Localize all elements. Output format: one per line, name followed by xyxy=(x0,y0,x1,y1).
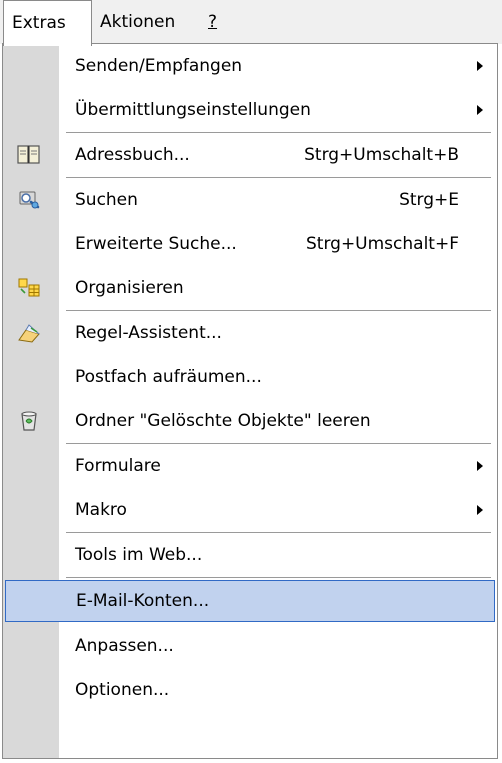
menu-item-organisieren[interactable]: Organisieren xyxy=(3,266,497,310)
menu-extras[interactable]: Extras xyxy=(3,0,92,46)
menu-item-adressbuch[interactable]: Adressbuch... Strg+Umschalt+B xyxy=(3,133,497,177)
menu-item-label: Anpassen... xyxy=(75,636,174,656)
submenu-arrow-icon xyxy=(477,61,483,71)
organize-icon xyxy=(18,278,40,297)
menu-item-senden-empfangen[interactable]: Senden/Empfangen xyxy=(3,44,497,88)
menu-item-label: Senden/Empfangen xyxy=(75,56,243,76)
menu-item-label: Optionen... xyxy=(75,680,170,700)
menu-separator xyxy=(66,577,491,578)
submenu-arrow-icon xyxy=(477,105,483,115)
rules-wizard-icon xyxy=(18,324,40,343)
menu-item-label: Suchen xyxy=(75,190,138,210)
menu-item-shortcut: Strg+Umschalt+F xyxy=(306,234,459,254)
menu-item-regel-assistent[interactable]: Regel-Assistent... xyxy=(3,311,497,355)
menu-item-label: E-Mail-Konten... xyxy=(76,591,210,611)
menu-item-shortcut: Strg+E xyxy=(399,190,459,210)
menu-item-label: Regel-Assistent... xyxy=(75,323,222,343)
submenu-arrow-icon xyxy=(477,461,483,471)
menu-item-shortcut: Strg+Umschalt+B xyxy=(304,145,459,165)
menu-item-label: Postfach aufräumen... xyxy=(75,367,262,387)
menu-item-postfach-aufraeumen[interactable]: Postfach aufräumen... xyxy=(3,355,497,399)
search-icon xyxy=(19,191,40,209)
menu-item-label: Formulare xyxy=(75,456,161,476)
menu-bar: Extras Aktionen ? xyxy=(0,0,502,46)
address-book-icon xyxy=(17,145,40,164)
menu-item-label: Erweiterte Suche... xyxy=(75,234,237,254)
menu-item-makro[interactable]: Makro xyxy=(3,488,497,532)
menu-item-uebermittlungseinstellungen[interactable]: Übermittlungseinstellungen xyxy=(3,88,497,132)
menu-item-suchen[interactable]: Suchen Strg+E xyxy=(3,178,497,222)
submenu-arrow-icon xyxy=(477,505,483,515)
menu-item-tools-im-web[interactable]: Tools im Web... xyxy=(3,533,497,577)
menu-item-geloeschte-objekte-leeren[interactable]: Ordner "Gelöschte Objekte" leeren xyxy=(3,399,497,443)
menu-item-label: Makro xyxy=(75,500,127,520)
menu-item-email-konten[interactable]: E-Mail-Konten... xyxy=(5,580,495,622)
menu-help-label: ? xyxy=(208,12,218,32)
menu-item-label: Organisieren xyxy=(75,278,184,298)
empty-trash-icon xyxy=(21,411,37,431)
menu-help[interactable]: ? xyxy=(196,0,226,44)
extras-dropdown-menu: Senden/Empfangen Übermittlungseinstellun… xyxy=(2,43,498,759)
menu-item-anpassen[interactable]: Anpassen... xyxy=(3,624,497,668)
menu-aktionen-label: Aktionen xyxy=(100,12,176,32)
menu-item-label: Adressbuch... xyxy=(75,145,190,165)
menu-aktionen[interactable]: Aktionen xyxy=(94,0,186,44)
menu-item-label: Tools im Web... xyxy=(75,545,203,565)
menu-item-label: Ordner "Gelöschte Objekte" leeren xyxy=(75,411,371,431)
menu-item-optionen[interactable]: Optionen... xyxy=(3,668,497,712)
menu-extras-label: Extras xyxy=(12,13,66,33)
menu-item-formulare[interactable]: Formulare xyxy=(3,444,497,488)
menu-item-erweiterte-suche[interactable]: Erweiterte Suche... Strg+Umschalt+F xyxy=(3,222,497,266)
menu-item-label: Übermittlungseinstellungen xyxy=(75,100,311,120)
